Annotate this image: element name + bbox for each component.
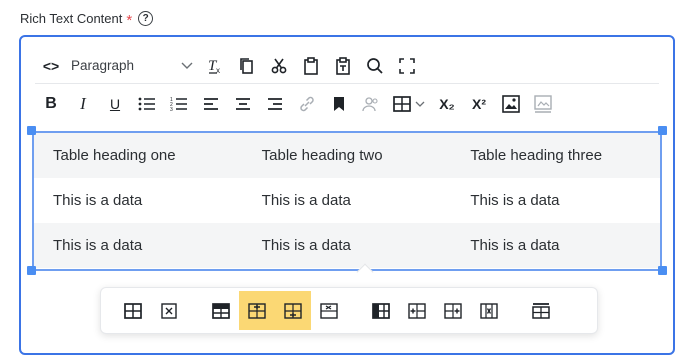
- toolbar-row-1: <> Paragraph Tx: [35, 48, 659, 84]
- svg-text:x: x: [216, 66, 220, 75]
- field-label-text: Rich Text Content: [20, 11, 123, 26]
- align-right-icon[interactable]: [259, 89, 291, 119]
- clear-formatting-icon[interactable]: Tx: [199, 51, 231, 81]
- resize-handle-top-right[interactable]: [658, 126, 667, 135]
- paste-as-text-icon[interactable]: [327, 51, 359, 81]
- source-code-icon[interactable]: <>: [35, 51, 67, 81]
- chevron-down-icon: [181, 62, 193, 69]
- column-properties-icon[interactable]: [363, 291, 399, 330]
- field-label: Rich Text Content * ?: [20, 11, 154, 29]
- media-icon[interactable]: [527, 89, 559, 119]
- table-cell[interactable]: This is a data: [34, 178, 243, 223]
- chevron-down-icon: [415, 101, 425, 107]
- table-cell[interactable]: This is a data: [451, 178, 660, 223]
- row-properties-icon[interactable]: [203, 291, 239, 330]
- copy-icon[interactable]: [231, 51, 263, 81]
- insert-row-after-icon[interactable]: [275, 291, 311, 330]
- fullscreen-icon[interactable]: [391, 51, 423, 81]
- table-cell[interactable]: This is a data: [34, 223, 243, 268]
- table-row: This is a data This is a data This is a …: [34, 223, 660, 268]
- numbered-list-icon[interactable]: 123: [163, 89, 195, 119]
- bold-icon[interactable]: B: [35, 89, 67, 119]
- align-center-icon[interactable]: [227, 89, 259, 119]
- link-icon[interactable]: [291, 89, 323, 119]
- delete-column-icon[interactable]: [471, 291, 507, 330]
- table-row: This is a data This is a data This is a …: [34, 178, 660, 223]
- superscript-icon[interactable]: X²: [463, 89, 495, 119]
- required-mark: *: [126, 12, 133, 29]
- italic-icon[interactable]: I: [67, 89, 99, 119]
- bookmark-icon[interactable]: [323, 89, 355, 119]
- paste-icon[interactable]: [295, 51, 327, 81]
- block-format-select[interactable]: Paragraph: [67, 51, 199, 81]
- table-header-cell[interactable]: Table heading one: [34, 133, 243, 178]
- svg-text:3: 3: [170, 107, 173, 112]
- bullet-list-icon[interactable]: [131, 89, 163, 119]
- find-replace-icon[interactable]: [359, 51, 391, 81]
- block-format-value: Paragraph: [71, 58, 135, 73]
- insert-row-before-icon[interactable]: [239, 291, 275, 330]
- delete-table-icon[interactable]: [151, 291, 187, 330]
- resize-handle-bottom-right[interactable]: [658, 266, 667, 275]
- insert-column-after-icon[interactable]: [435, 291, 471, 330]
- delete-row-icon[interactable]: [311, 291, 347, 330]
- help-icon[interactable]: ?: [138, 11, 154, 26]
- toolbar-row-2: B I U 123 X₂ X²: [35, 85, 659, 123]
- table-header-cell[interactable]: Table heading two: [242, 133, 452, 178]
- subscript-icon[interactable]: X₂: [431, 89, 463, 119]
- table-cell[interactable]: This is a data: [243, 178, 452, 223]
- content-table[interactable]: Table heading one Table heading two Tabl…: [32, 131, 662, 271]
- underline-icon[interactable]: U: [99, 89, 131, 119]
- image-icon[interactable]: [495, 89, 527, 119]
- resize-handle-top-left[interactable]: [27, 126, 36, 135]
- table-header-row: Table heading one Table heading two Tabl…: [34, 133, 660, 178]
- table-cell[interactable]: This is a data: [242, 223, 452, 268]
- cut-icon[interactable]: [263, 51, 295, 81]
- table-cell[interactable]: This is a data: [451, 223, 660, 268]
- mention-icon[interactable]: [355, 89, 387, 119]
- insert-column-before-icon[interactable]: [399, 291, 435, 330]
- table-icon[interactable]: [387, 89, 431, 119]
- rich-text-editor[interactable]: <> Paragraph Tx B I U 1 2 3 X₂ X² Table …: [19, 35, 675, 355]
- resize-handle-bottom-left[interactable]: [27, 266, 36, 275]
- table-context-toolbar: [100, 287, 598, 334]
- align-left-icon[interactable]: [195, 89, 227, 119]
- table-properties-icon[interactable]: [115, 291, 151, 330]
- table-header-cell[interactable]: Table heading three: [451, 133, 660, 178]
- table-header-icon[interactable]: [523, 291, 559, 330]
